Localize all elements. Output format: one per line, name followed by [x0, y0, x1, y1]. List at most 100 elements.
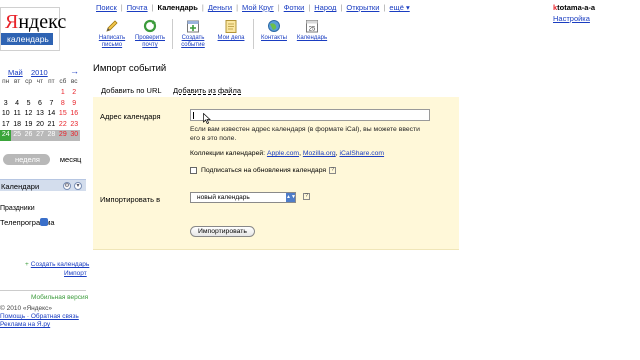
day-cell[interactable]: 2 [69, 88, 80, 99]
day-cell[interactable]: 20 [34, 120, 45, 131]
apple-link[interactable]: Apple.com [267, 150, 299, 157]
day-cell[interactable] [34, 88, 45, 99]
settings-link[interactable]: Настройка [553, 14, 590, 23]
day-cell[interactable]: 19 [23, 120, 34, 131]
toolbar-divider [253, 19, 254, 49]
write-letter-button[interactable]: Написать письмо [94, 19, 130, 53]
mobile-version-link[interactable]: Мобильная версия [31, 294, 88, 301]
mouse-cursor-icon [203, 113, 211, 124]
nav-search[interactable]: Поиск [96, 3, 117, 13]
week-row: 10 11 12 13 14 15 16 [0, 109, 80, 120]
day-cell[interactable]: 14 [46, 109, 57, 120]
day-cell[interactable] [23, 88, 34, 99]
weekday: вс [70, 78, 78, 85]
subscribe-checkbox[interactable] [190, 167, 197, 174]
day-cell[interactable]: 27 [34, 130, 45, 141]
nav-money[interactable]: Деньги [208, 3, 232, 13]
day-cell[interactable] [11, 88, 22, 99]
month-link[interactable]: Май [8, 68, 23, 77]
refresh-icon [143, 19, 157, 33]
day-cell-today[interactable]: 24 [0, 130, 12, 141]
calendar-url-label: Адрес календаря [100, 112, 161, 121]
mini-calendar-weekdays: пн вт ср чт пт сб вс [0, 78, 80, 85]
day-cell[interactable]: 12 [23, 109, 34, 120]
day-cell[interactable]: 7 [46, 99, 57, 110]
day-cell[interactable]: 17 [0, 120, 11, 131]
calendar-button[interactable]: 25 Календарь [294, 19, 330, 53]
nav-otkrytki[interactable]: Открытки [346, 3, 379, 13]
calendar-url-input[interactable] [190, 109, 430, 121]
import-to-label: Импортировать в [100, 195, 161, 204]
icalshare-link[interactable]: iCalShare.com [340, 150, 385, 157]
day-cell[interactable]: 5 [23, 99, 34, 110]
day-cell[interactable]: 3 [0, 99, 11, 110]
user-login[interactable]: ktotama-a-a [553, 3, 595, 12]
create-event-button[interactable]: Создать событие [175, 19, 211, 53]
day-cell[interactable]: 18 [11, 120, 22, 131]
tv-program-color-icon [40, 218, 48, 226]
day-cell[interactable]: 21 [46, 120, 57, 131]
day-cell[interactable]: 28 [46, 130, 57, 141]
day-cell[interactable]: 13 [34, 109, 45, 120]
yandex-calendar-logo[interactable]: Яндекс календарь [0, 7, 66, 51]
import-link[interactable]: Импорт [64, 270, 87, 277]
day-cell[interactable]: 22 [57, 120, 68, 131]
toolbar-divider [172, 19, 173, 49]
day-cell[interactable]: 29 [57, 130, 68, 141]
weekday: ср [25, 78, 32, 85]
month-view-button[interactable]: месяц [60, 155, 81, 164]
contacts-globe-icon [268, 20, 280, 32]
day-cell[interactable]: 16 [69, 109, 80, 120]
day-cell[interactable]: 8 [57, 99, 68, 110]
mozilla-link[interactable]: Mozilla.org [303, 150, 336, 157]
next-month-arrow[interactable]: → [70, 66, 79, 76]
calendar-holidays[interactable]: Праздники [0, 205, 35, 212]
page-title: Импорт событий [93, 63, 167, 74]
week-row: 3456789 [0, 99, 80, 110]
week-view-button[interactable]: неделя [3, 154, 50, 165]
calendar-icon: 25 [306, 20, 318, 33]
day-cell[interactable]: 23 [69, 120, 80, 131]
day-cell[interactable] [0, 88, 11, 99]
day-cell[interactable]: 30 [69, 130, 80, 141]
year-link[interactable]: 2010 [31, 68, 48, 77]
day-cell[interactable]: 26 [23, 130, 34, 141]
day-cell[interactable] [46, 88, 57, 99]
settings-icon[interactable]: ⚙ [63, 182, 71, 190]
logo-product: календарь [1, 33, 53, 45]
mini-calendar-grid: 12 3456789 10 11 12 13 14 15 16 17 18 19 20 21 22 23… [0, 88, 80, 141]
contacts-button[interactable]: Контакты [256, 19, 292, 53]
import-to-select[interactable]: новый календарь ▲▼ [190, 192, 296, 203]
new-event-icon [187, 20, 199, 33]
day-cell[interactable]: 10 [0, 109, 11, 120]
ads-link[interactable]: Реклама на Я.ру [0, 321, 50, 328]
subscribe-option: Подписаться на обновления календаря ? [190, 167, 337, 174]
day-cell[interactable]: 1 [57, 88, 68, 99]
day-cell[interactable]: 6 [34, 99, 45, 110]
subscribe-label[interactable]: Подписаться на обновления календаря [201, 167, 326, 174]
nav-mail[interactable]: Почта [127, 3, 148, 13]
notepad-icon [225, 20, 237, 33]
day-cell[interactable]: 4 [11, 99, 22, 110]
collapse-icon[interactable]: ▾ [74, 182, 82, 190]
day-cell[interactable]: 25 [11, 130, 22, 141]
nav-more[interactable]: ещё ▾ [389, 3, 409, 13]
day-cell[interactable]: 15 [57, 109, 68, 120]
tab-add-from-file[interactable]: Добавить из файла [173, 86, 241, 95]
create-calendar-link[interactable]: + Создать календарь [25, 261, 89, 268]
day-cell[interactable]: 9 [69, 99, 80, 110]
nav-fotki[interactable]: Фотки [284, 3, 305, 13]
nav-calendar[interactable]: Календарь [158, 3, 198, 13]
weekday: чт [36, 78, 44, 85]
day-cell[interactable]: 11 [11, 109, 22, 120]
nav-narod[interactable]: Народ [314, 3, 336, 13]
check-mail-button[interactable]: Проверить почту [132, 19, 168, 53]
help-icon[interactable]: ? [329, 167, 337, 174]
my-tasks-button[interactable]: Мои дела [213, 19, 249, 53]
tab-add-by-url[interactable]: Добавить по URL [93, 84, 170, 96]
import-button[interactable]: Импортировать [190, 226, 255, 237]
help-icon[interactable]: ? [303, 193, 310, 200]
nav-moi-krug[interactable]: Мой Круг [242, 3, 274, 13]
help-feedback-links[interactable]: Помощь · Обратная связь [0, 313, 79, 320]
services-nav: Поиск | Почта | Календарь | Деньги | Мой Кру… [96, 3, 410, 13]
